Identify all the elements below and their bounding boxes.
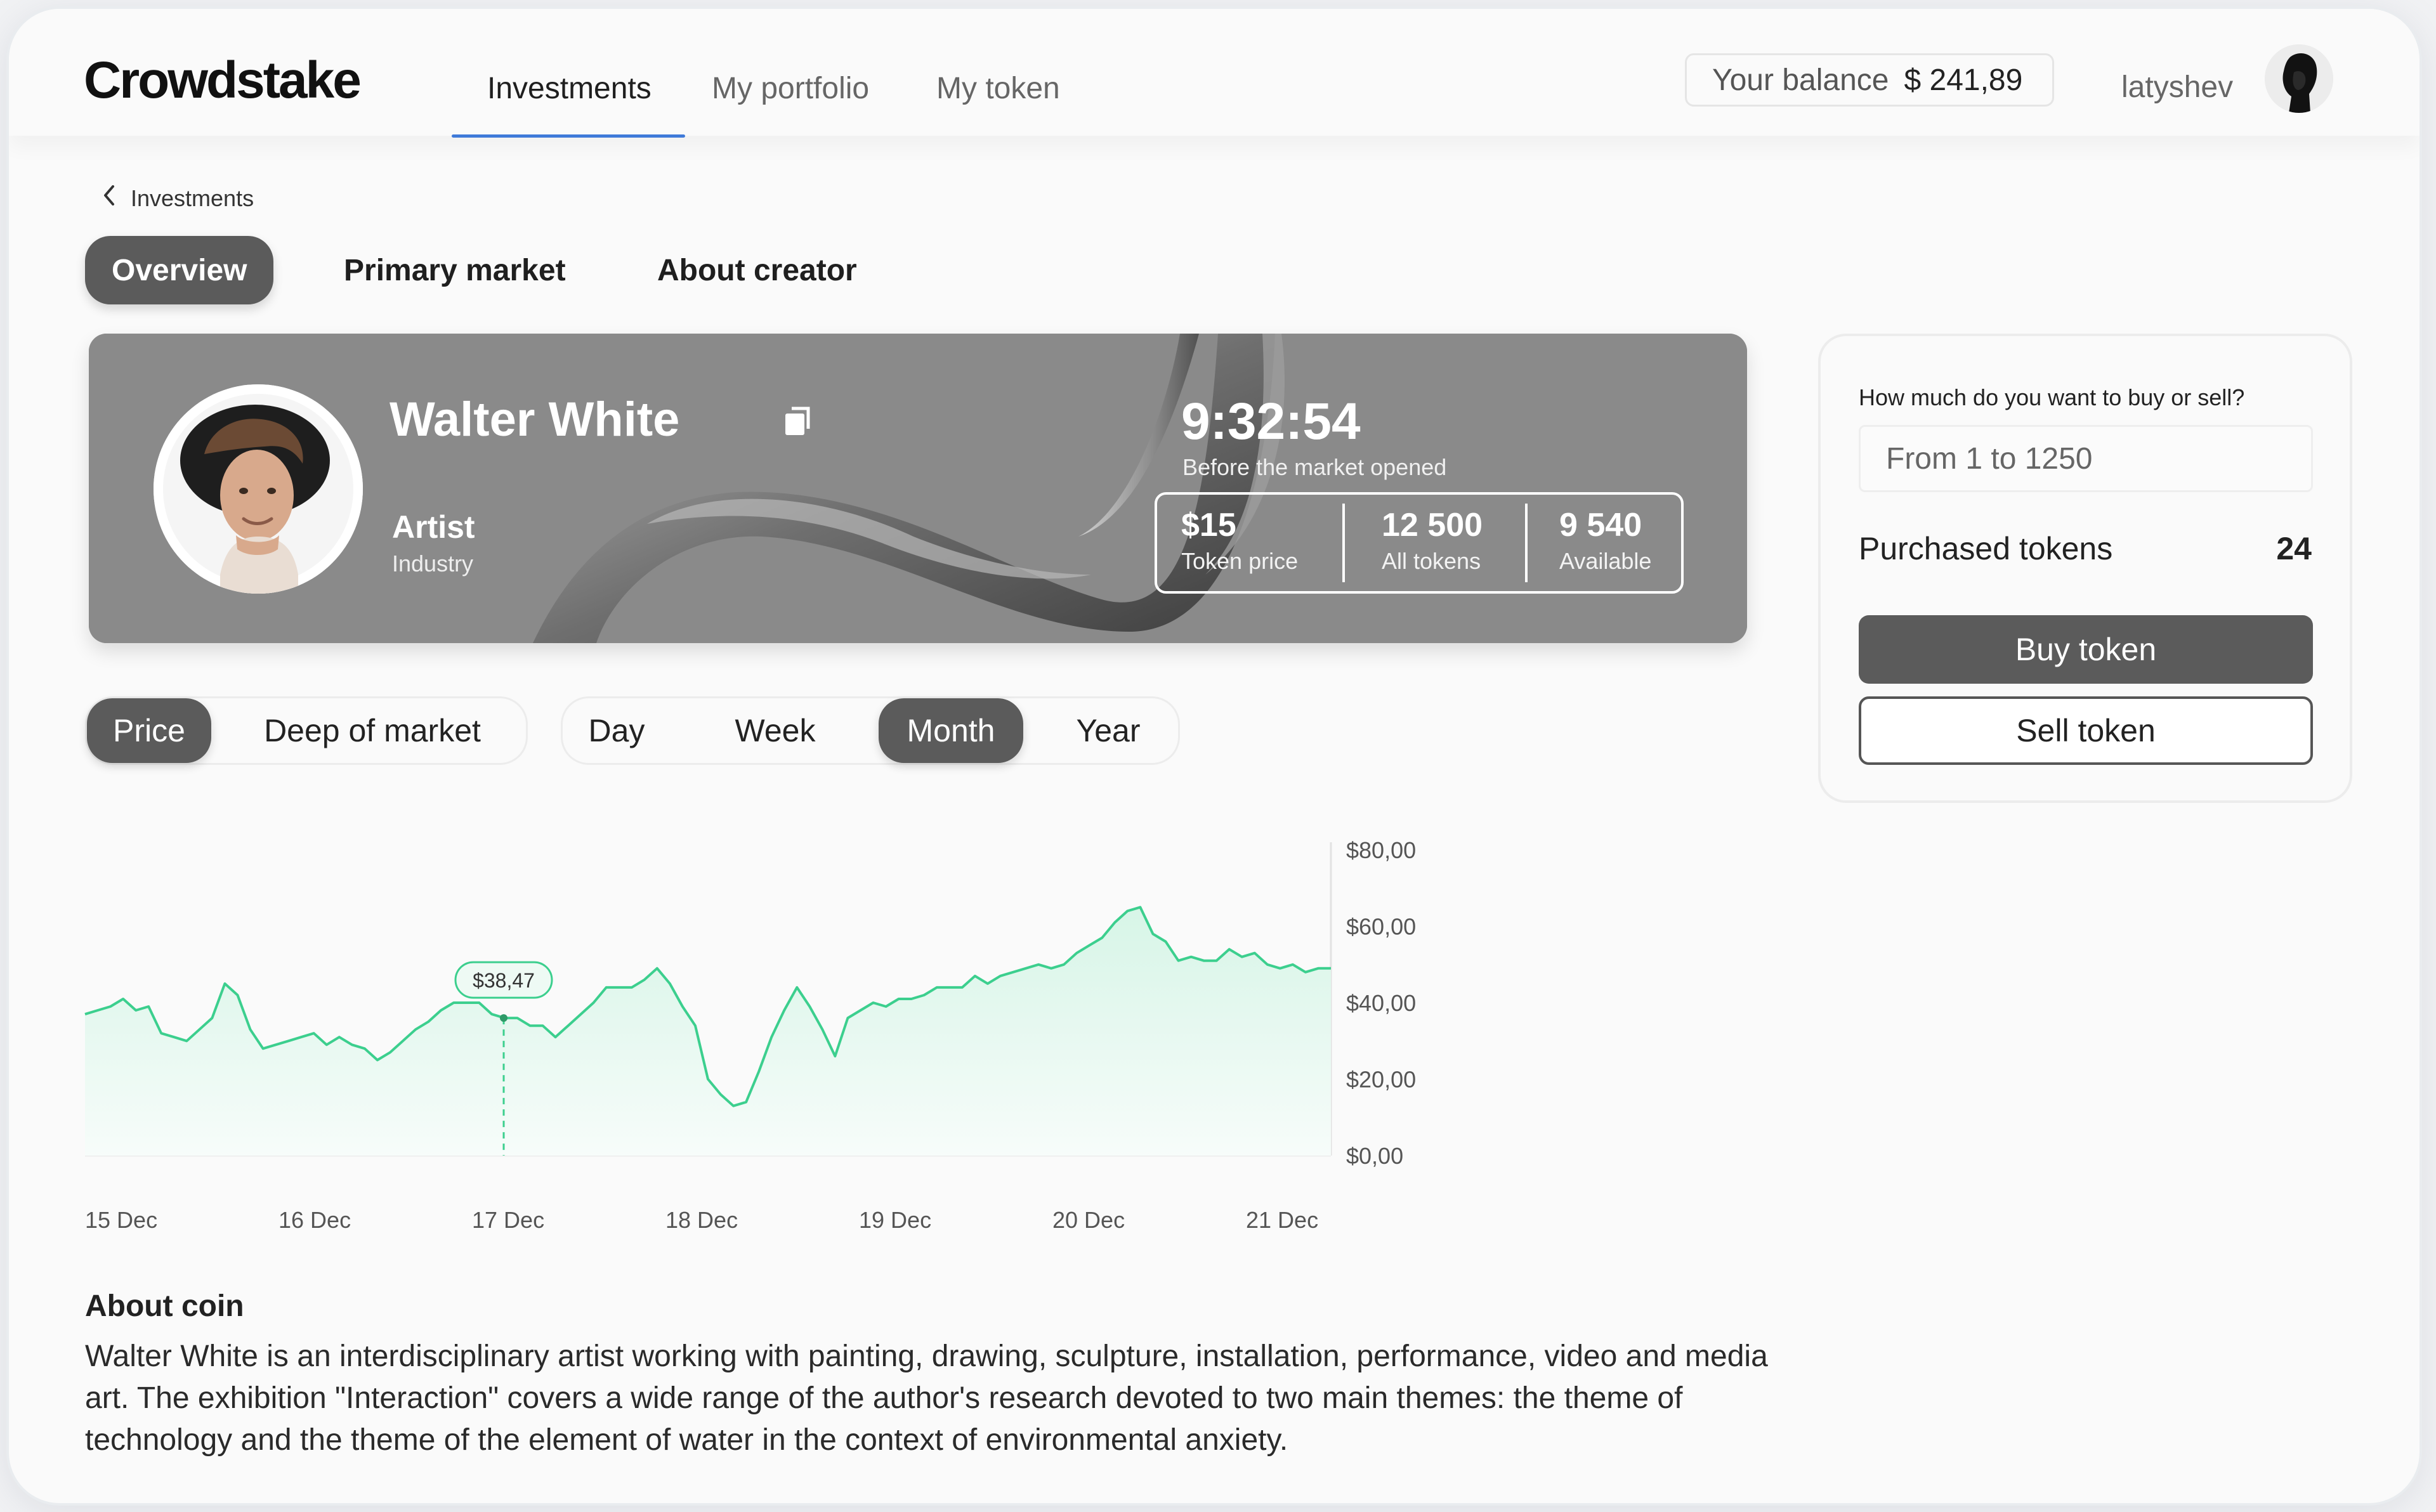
trade-question: How much do you want to buy or sell? <box>1859 384 2245 410</box>
period-year[interactable]: Year <box>1045 698 1172 763</box>
highlight-tooltip-value: $38,47 <box>473 969 535 992</box>
token-stats-box: $15 Token price 12 500 All tokens 9 540 … <box>1155 492 1684 594</box>
copy-icon[interactable] <box>780 403 816 439</box>
period-day[interactable]: Day <box>569 698 664 763</box>
toggle-price[interactable]: Price <box>87 698 211 763</box>
y-tick-label: $20,00 <box>1346 1067 1416 1093</box>
x-tick-label: 20 Dec <box>1052 1207 1125 1233</box>
stat-label: All tokens <box>1382 548 1481 574</box>
price-line <box>84 906 1331 1107</box>
toggle-deep-of-market[interactable]: Deep of market <box>226 698 518 763</box>
market-countdown: 9:32:54 <box>1181 393 1361 450</box>
about-coin-title: About coin <box>85 1289 244 1323</box>
nav-my-token[interactable]: My token <box>936 71 1060 106</box>
stat-divider <box>1525 504 1528 582</box>
creator-role-label: Industry <box>392 551 474 577</box>
purchased-tokens-value: 24 <box>2276 531 2312 566</box>
x-tick-label: 15 Dec <box>85 1207 157 1233</box>
stat-available: 9 540 Available <box>1559 506 1651 575</box>
y-tick-label: $80,00 <box>1346 837 1416 863</box>
stat-token-price: $15 Token price <box>1181 506 1298 575</box>
stat-value: $15 <box>1181 507 1236 544</box>
tab-about-creator[interactable]: About creator <box>657 236 857 304</box>
creator-role: Artist <box>392 509 475 545</box>
about-coin-text: Walter White is an interdisciplinary art… <box>85 1339 1768 1457</box>
purchased-tokens-label: Purchased tokens <box>1859 531 2113 566</box>
nav-active-indicator <box>452 134 685 138</box>
creator-hero-card: Walter White Artist Industry 9:32:54 Bef… <box>89 334 1747 643</box>
y-tick-label: $40,00 <box>1346 990 1416 1016</box>
balance-label: Your balance <box>1712 63 1889 97</box>
stat-label: Token price <box>1181 548 1299 574</box>
trade-panel: How much do you want to buy or sell? Pur… <box>1818 334 2352 803</box>
tab-overview[interactable]: Overview <box>85 236 274 304</box>
y-tick-label: $0,00 <box>1346 1143 1403 1169</box>
username[interactable]: latyshev <box>2121 70 2233 105</box>
app-window: Crowdstake Investments My portfolio My t… <box>9 9 2420 1503</box>
balance-value: $ 241,89 <box>1904 63 2023 97</box>
top-header: Crowdstake Investments My portfolio My t… <box>9 9 2420 138</box>
x-tick-label: 19 Dec <box>859 1207 931 1233</box>
y-tick-label: $60,00 <box>1346 914 1416 940</box>
creator-photo <box>154 384 363 594</box>
nav-investments[interactable]: Investments <box>487 71 652 106</box>
breadcrumb[interactable]: Investments <box>131 185 254 212</box>
user-avatar-image <box>2265 44 2333 113</box>
buy-token-button[interactable]: Buy token <box>1859 615 2313 684</box>
stat-all-tokens: 12 500 All tokens <box>1382 506 1483 575</box>
tab-primary-market[interactable]: Primary market <box>344 236 566 304</box>
period-week[interactable]: Week <box>709 698 842 763</box>
token-amount-input[interactable] <box>1859 425 2313 492</box>
chevron-left-icon[interactable] <box>99 183 118 208</box>
highlight-point <box>500 1014 508 1022</box>
balance-box: Your balance $ 241,89 <box>1685 53 2054 107</box>
x-tick-label: 16 Dec <box>278 1207 351 1233</box>
highlight-tooltip <box>454 961 553 999</box>
period-toggle: Day Week Month Year <box>561 696 1180 765</box>
logo[interactable]: Crowdstake <box>84 51 362 110</box>
price-area <box>85 907 1331 1156</box>
stat-value: 9 540 <box>1559 507 1642 544</box>
user-avatar[interactable] <box>2265 44 2333 113</box>
nav-my-portfolio[interactable]: My portfolio <box>712 71 869 106</box>
countdown-label: Before the market opened <box>1182 454 1447 480</box>
creator-avatar <box>154 384 363 594</box>
x-tick-label: 18 Dec <box>665 1207 738 1233</box>
creator-name: Walter White <box>390 393 680 446</box>
stat-value: 12 500 <box>1382 507 1483 544</box>
sell-token-button[interactable]: Sell token <box>1859 696 2313 765</box>
stat-label: Available <box>1559 548 1652 574</box>
x-tick-label: 21 Dec <box>1246 1207 1318 1233</box>
chart-type-toggle: Price Deep of market <box>85 696 528 765</box>
stat-divider <box>1342 504 1345 582</box>
period-month[interactable]: Month <box>879 698 1023 763</box>
x-tick-label: 17 Dec <box>472 1207 544 1233</box>
